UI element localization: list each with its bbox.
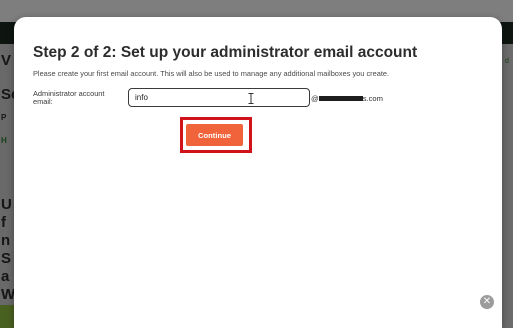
modal-title: Step 2 of 2: Set up your administrator e… xyxy=(33,44,418,61)
domain-at-sign: @ xyxy=(311,94,319,103)
domain-tld: s.com xyxy=(362,94,383,103)
redacted-domain xyxy=(318,96,363,101)
close-icon[interactable]: ✕ xyxy=(480,295,494,309)
text-cursor-icon xyxy=(248,93,254,104)
admin-email-input[interactable] xyxy=(128,88,310,107)
continue-button[interactable]: Continue xyxy=(186,124,243,146)
setup-email-modal: Step 2 of 2: Set up your administrator e… xyxy=(14,17,502,328)
modal-subtitle: Please create your first email account. … xyxy=(33,69,390,78)
admin-email-label: Administrator account email: xyxy=(33,89,105,107)
email-domain: @ s.com xyxy=(311,94,383,103)
